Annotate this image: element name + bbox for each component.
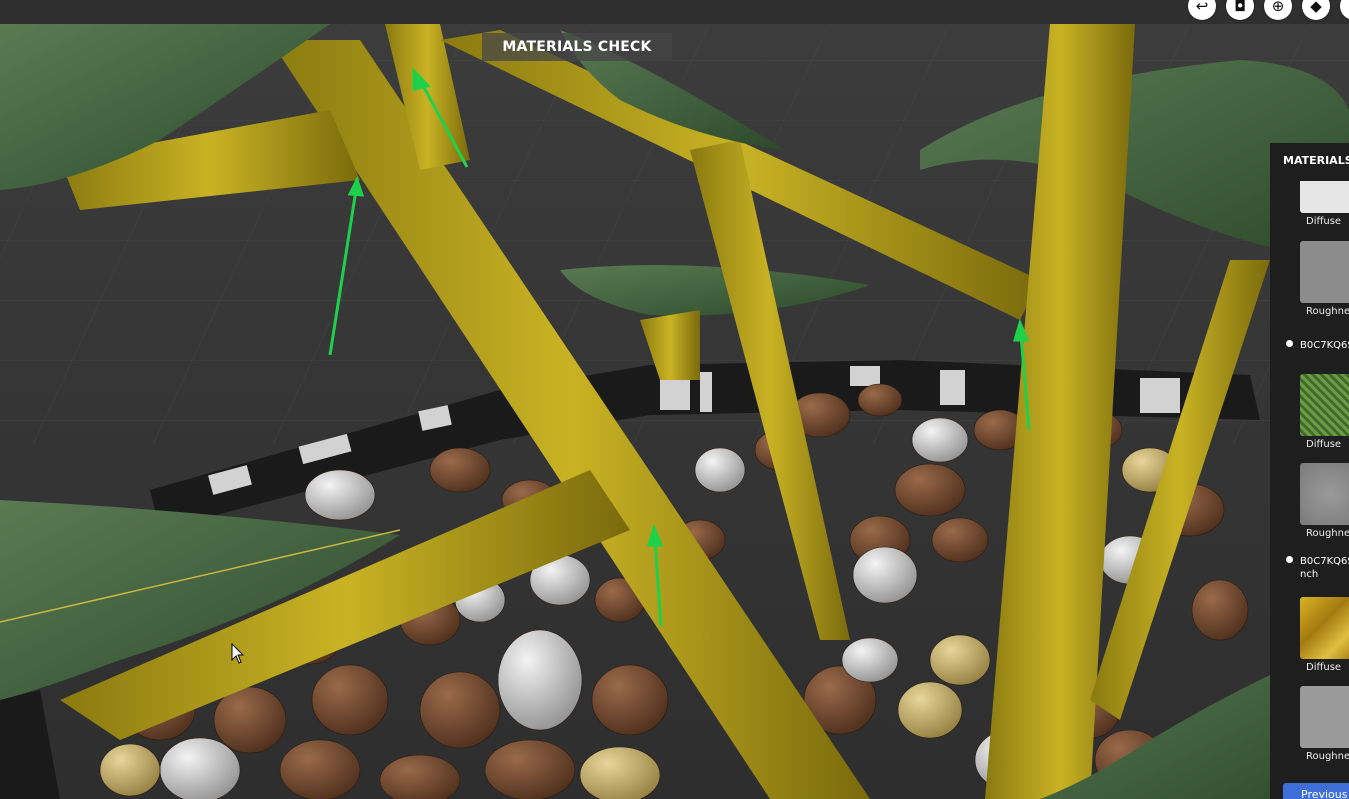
texture-thumbnail-diffuse[interactable] [1300,181,1349,213]
layers-icon[interactable]: ◆ [1302,0,1330,20]
material-name-continued: nch [1300,569,1319,580]
top-toolbar: ↩ ◘ ⊕ ◆ A [0,0,1349,24]
3d-viewport[interactable]: MATERIALS CHECK [0,24,1349,799]
texture-label: Roughnes [1306,528,1349,539]
previous-button[interactable]: Previous [1283,783,1349,799]
texture-thumbnail-roughness[interactable] [1300,463,1349,525]
material-dot-icon [1286,556,1293,563]
camera-icon[interactable]: ◘ [1226,0,1254,20]
more-icon[interactable]: A [1340,0,1349,20]
texture-label: Roughnes [1306,751,1349,762]
globe-icon[interactable]: ⊕ [1264,0,1292,20]
texture-thumbnail-diffuse[interactable] [1300,374,1349,436]
material-dot-icon [1286,340,1293,347]
texture-thumbnail-roughness[interactable] [1300,241,1349,303]
texture-label: Diffuse [1306,439,1342,450]
undo-icon[interactable]: ↩ [1188,0,1216,20]
texture-label: Diffuse [1306,216,1342,227]
app-window: MATERIALS CHECK ↩ ◘ ⊕ ◆ A MATERIALS L Di… [0,0,1349,799]
material-item[interactable]: B0C7KQ6S nch [1286,555,1349,581]
texture-label: Roughnes [1306,306,1349,317]
viewport-title-badge: MATERIALS CHECK [482,33,672,61]
material-item[interactable]: B0C7KQ6S [1286,339,1349,352]
materials-panel-title: MATERIALS L [1283,154,1349,167]
material-name: B0C7KQ6S [1300,556,1349,567]
material-name: B0C7KQ6S [1300,340,1349,351]
mouse-cursor-icon [231,643,245,664]
texture-thumbnail-roughness[interactable] [1300,686,1349,748]
texture-label: Diffuse [1306,662,1342,673]
materials-panel: MATERIALS L Diffuse Roughnes B0C7KQ6S Di… [1270,143,1349,799]
scene-render [0,24,1349,799]
texture-thumbnail-diffuse[interactable] [1300,597,1349,659]
